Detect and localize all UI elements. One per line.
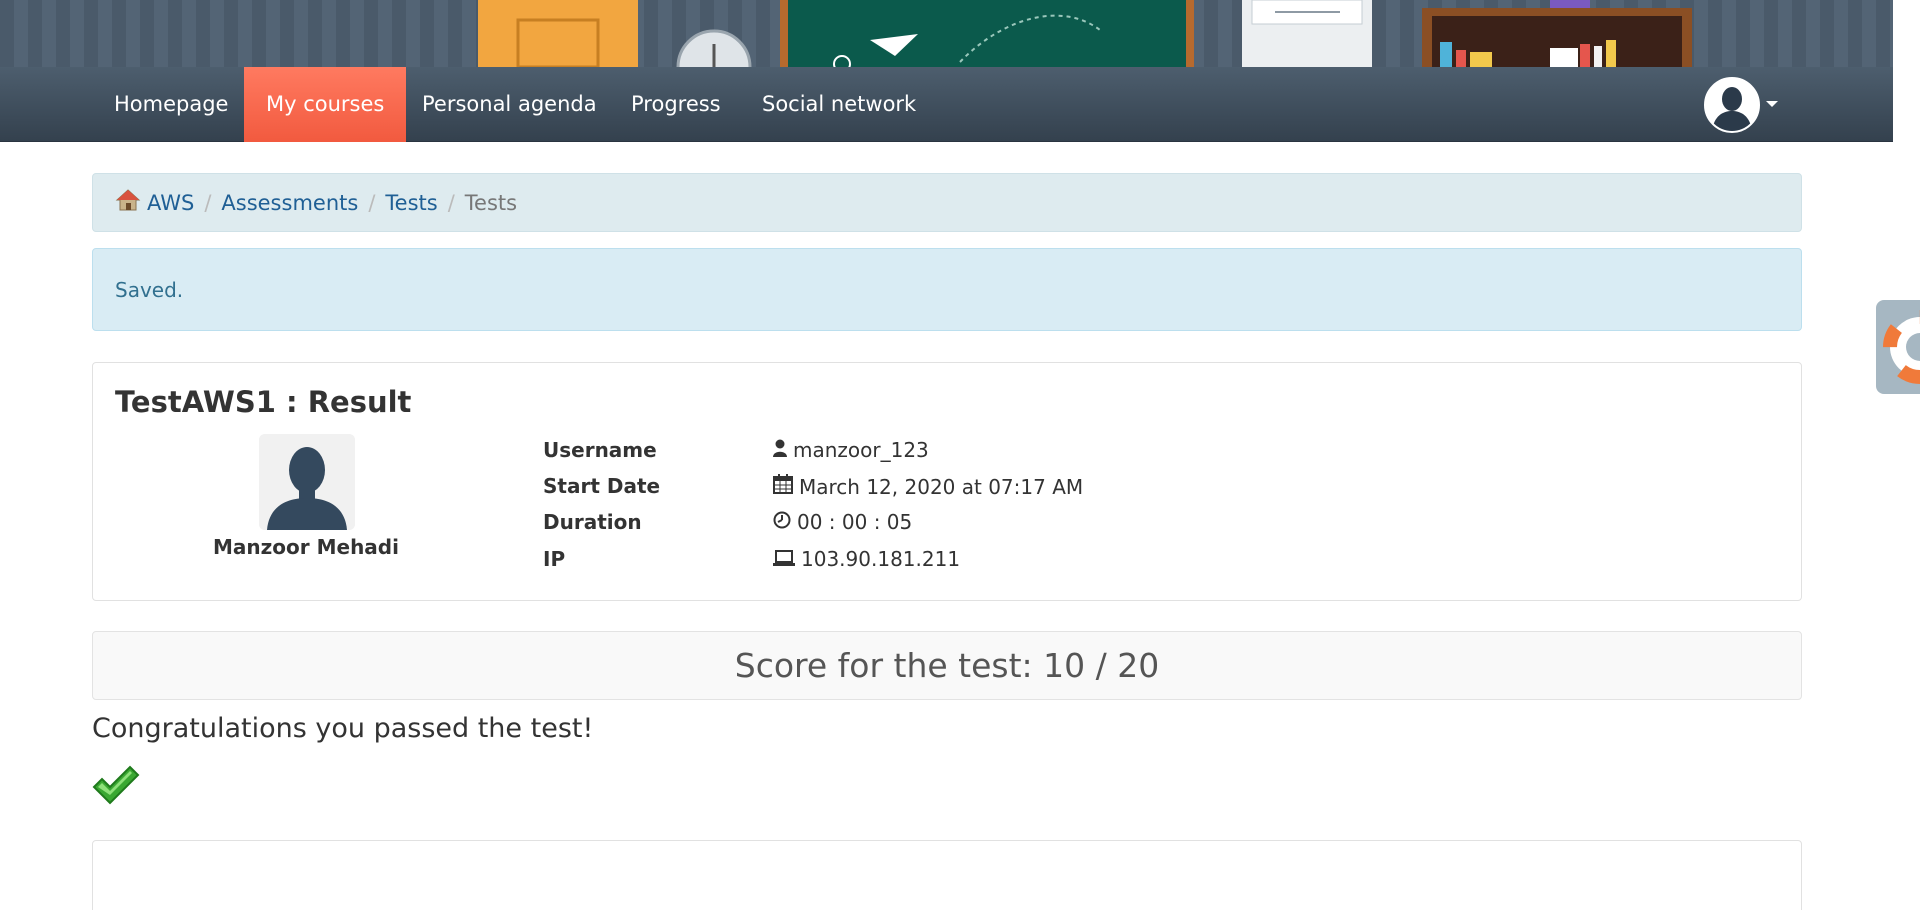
ip-value: 103.90.181.211 [773, 547, 960, 571]
user-menu-avatar[interactable] [1704, 77, 1760, 133]
user-photo [259, 434, 355, 530]
avatar-silhouette-icon [1706, 79, 1758, 131]
breadcrumb-separator: / [204, 190, 212, 215]
nav-my-courses[interactable]: My courses [244, 67, 407, 142]
user-full-name: Manzoor Mehadi [213, 535, 399, 559]
home-icon[interactable] [115, 188, 141, 212]
nav-progress[interactable]: Progress [609, 67, 743, 142]
ip-text: 103.90.181.211 [801, 547, 961, 571]
username-label: Username [543, 438, 657, 462]
breadcrumb-current: Tests [464, 190, 518, 215]
duration-label: Duration [543, 510, 642, 534]
calendar-icon [773, 474, 793, 499]
lifebuoy-icon [1883, 310, 1920, 384]
nav-homepage[interactable]: Homepage [92, 67, 250, 142]
chevron-down-icon[interactable] [1766, 101, 1778, 107]
start-date-value: March 12, 2020 at 07:17 AM [773, 474, 1083, 499]
breadcrumb: AWS / Assessments / Tests / Tests [92, 173, 1802, 232]
nav-personal-agenda[interactable]: Personal agenda [400, 67, 619, 142]
questions-panel [92, 840, 1802, 910]
classroom-illustration [478, 0, 1692, 67]
clock-icon [773, 510, 791, 534]
nav-social-network[interactable]: Social network [740, 67, 938, 142]
username-text: manzoor_123 [793, 438, 929, 462]
start-date-text: March 12, 2020 at 07:17 AM [799, 474, 1084, 499]
breadcrumb-separator: / [368, 190, 376, 215]
username-value: manzoor_123 [773, 438, 929, 462]
checkmark-icon [92, 765, 140, 805]
help-tab[interactable] [1876, 300, 1920, 394]
score-banner: Score for the test: 10 / 20 [92, 631, 1802, 700]
duration-value: 00 : 00 : 05 [773, 510, 912, 534]
main-navbar: Homepage My courses Personal agenda Prog… [0, 67, 1893, 142]
saved-alert: Saved. [92, 248, 1802, 331]
user-silhouette-icon [259, 434, 355, 530]
duration-text: 00 : 00 : 05 [797, 510, 913, 534]
start-date-label: Start Date [543, 474, 661, 498]
header-banner [0, 0, 1893, 67]
breadcrumb-tests[interactable]: Tests [385, 191, 437, 215]
breadcrumb-separator: / [447, 190, 455, 215]
result-title: TestAWS1 : Result [115, 385, 412, 419]
pass-message: Congratulations you passed the test! [92, 713, 594, 744]
result-panel: TestAWS1 : Result Manzoor Mehadi Usernam… [92, 362, 1802, 601]
user-icon [773, 438, 787, 462]
ip-label: IP [543, 547, 566, 571]
breadcrumb-aws[interactable]: AWS [147, 191, 194, 215]
laptop-icon [773, 547, 795, 571]
breadcrumb-assessments[interactable]: Assessments [221, 191, 358, 215]
